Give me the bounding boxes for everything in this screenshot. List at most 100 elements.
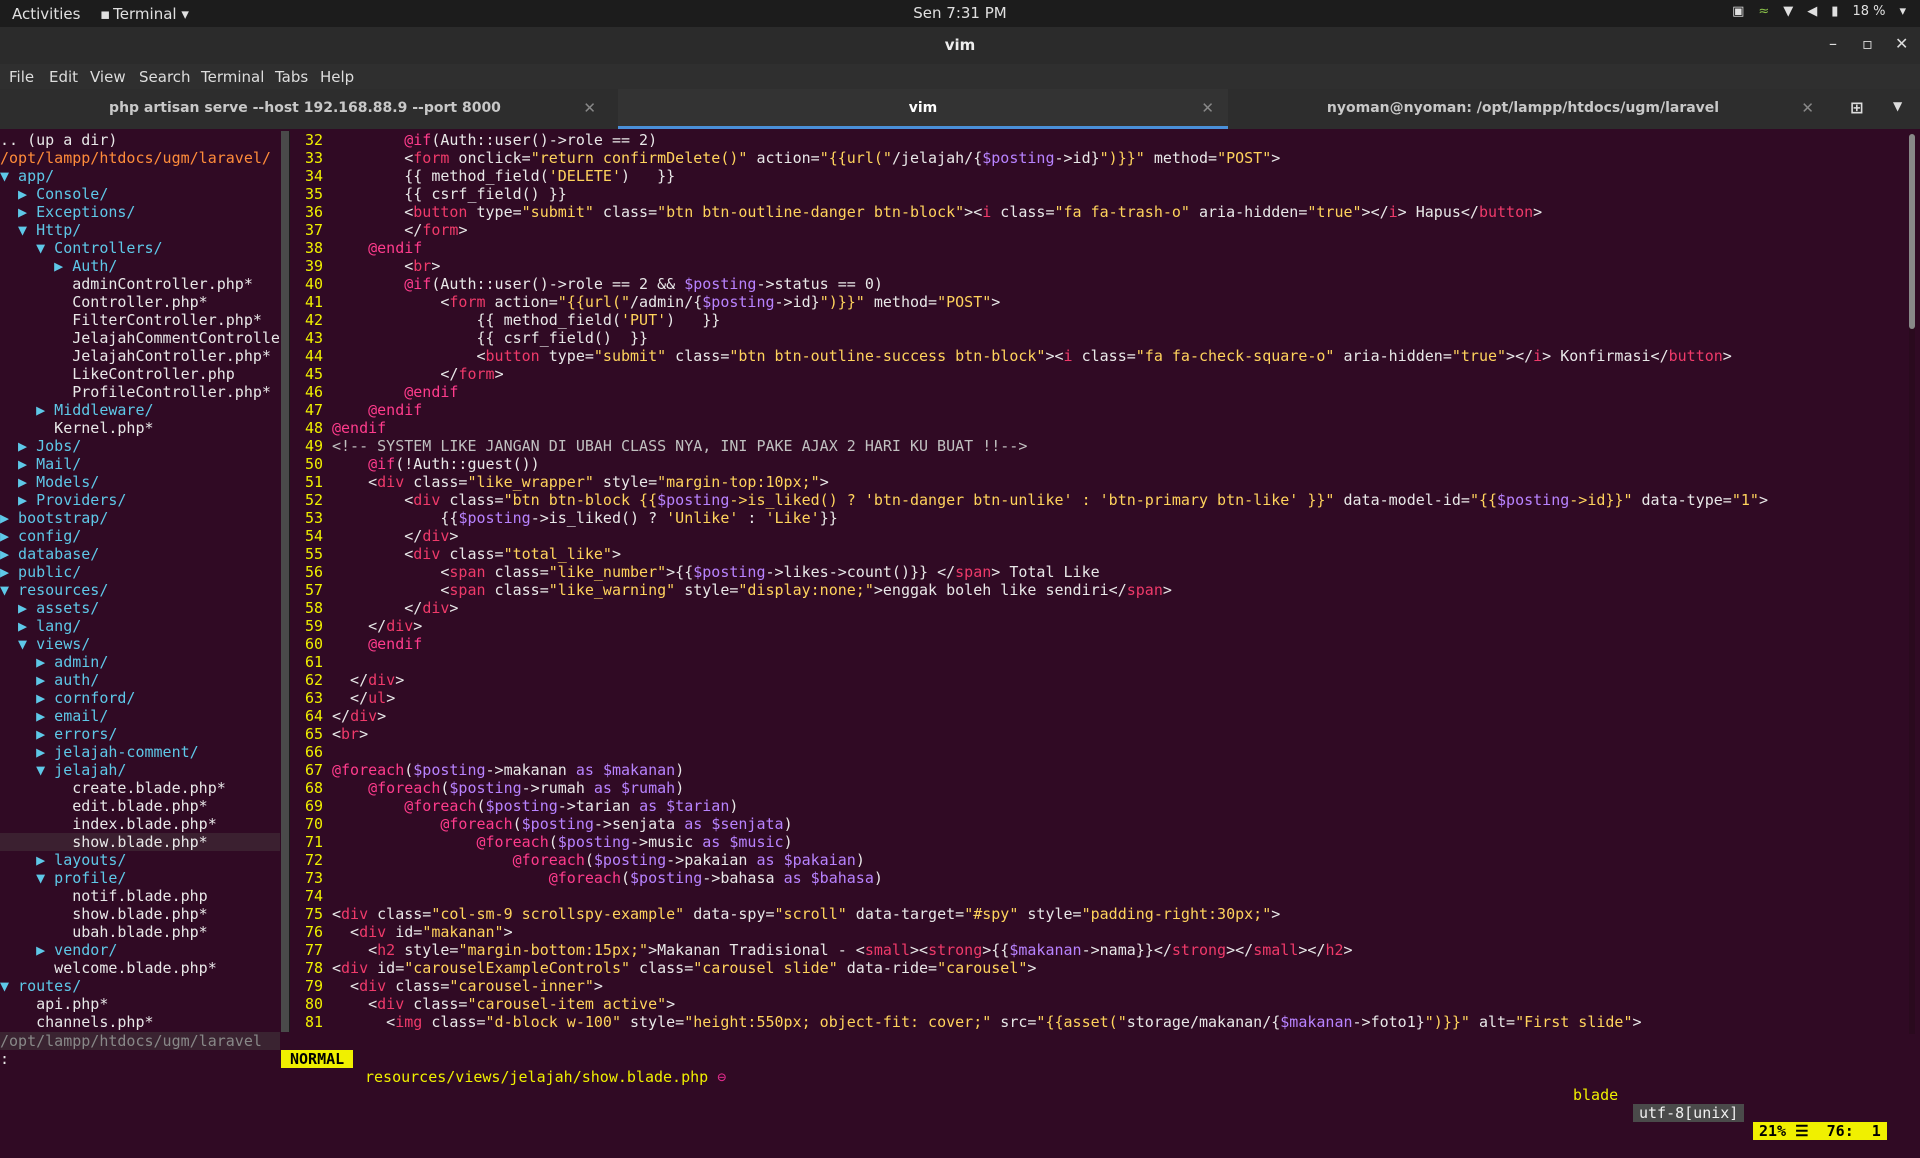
tree-directory[interactable]: ▶ config/ (0, 527, 280, 545)
scrollbar-thumb[interactable] (1909, 134, 1915, 329)
tree-file[interactable]: /opt/lampp/htdocs/ugm/laravel/ (0, 149, 280, 167)
code-line[interactable]: 46 @endif (291, 383, 1901, 401)
tree-file[interactable]: create.blade.php* (0, 779, 280, 797)
menu-file[interactable]: File (9, 68, 34, 86)
code-editor[interactable]: 32 @if(Auth::user()->role == 2) 33 <form … (291, 131, 1901, 1031)
code-line[interactable]: 45 </form> (291, 365, 1901, 383)
code-line[interactable]: 63 </ul> (291, 689, 1901, 707)
tree-directory[interactable]: ▶ Providers/ (0, 491, 280, 509)
menu-edit[interactable]: Edit (49, 68, 78, 86)
code-line[interactable]: 66 (291, 743, 1901, 761)
close-tab-icon[interactable]: ✕ (1801, 99, 1814, 117)
code-line[interactable]: 72 @foreach($posting->pakaian as $pakaia… (291, 851, 1901, 869)
menu-view[interactable]: View (90, 68, 126, 86)
code-line[interactable]: 39 <br> (291, 257, 1901, 275)
tree-directory[interactable]: ▼ app/ (0, 167, 280, 185)
code-line[interactable]: 59 </div> (291, 617, 1901, 635)
tree-directory[interactable]: ▶ jelajah-comment/ (0, 743, 280, 761)
tree-directory[interactable]: ▶ Auth/ (0, 257, 280, 275)
tree-directory[interactable]: ▼ views/ (0, 635, 280, 653)
tree-file[interactable]: Kernel.php* (0, 419, 280, 437)
tree-directory[interactable]: ▶ errors/ (0, 725, 280, 743)
tree-directory[interactable]: ▶ Middleware/ (0, 401, 280, 419)
tree-directory[interactable]: ▶ Exceptions/ (0, 203, 280, 221)
tree-directory[interactable]: ▶ Jobs/ (0, 437, 280, 455)
code-line[interactable]: 42 {{ method_field('PUT') }} (291, 311, 1901, 329)
tree-directory[interactable]: ▼ Http/ (0, 221, 280, 239)
code-line[interactable]: 81 <img class="d-block w-100" style="hei… (291, 1013, 1901, 1031)
tree-file[interactable]: Controller.php* (0, 293, 280, 311)
code-line[interactable]: 51 <div class="like_wrapper" style="marg… (291, 473, 1901, 491)
menu-tabs[interactable]: Tabs (275, 68, 308, 86)
tree-directory[interactable]: ▶ assets/ (0, 599, 280, 617)
code-line[interactable]: 33 <form onclick="return confirmDelete()… (291, 149, 1901, 167)
tree-directory[interactable]: ▼ profile/ (0, 869, 280, 887)
tree-directory[interactable]: ▶ bootstrap/ (0, 509, 280, 527)
code-line[interactable]: 48 @endif (291, 419, 1901, 437)
tree-directory[interactable]: ▼ Controllers/ (0, 239, 280, 257)
menu-help[interactable]: Help (320, 68, 354, 86)
tree-file[interactable]: adminController.php* (0, 275, 280, 293)
tree-directory[interactable]: ▶ public/ (0, 563, 280, 581)
tree-file[interactable]: channels.php* (0, 1013, 280, 1031)
tree-file[interactable]: .. (up a dir) (0, 131, 280, 149)
tree-directory[interactable]: ▶ admin/ (0, 653, 280, 671)
code-line[interactable]: 60 @endif (291, 635, 1901, 653)
code-line[interactable]: 78 <div id="carouselExampleControls" clas… (291, 959, 1901, 977)
tree-directory[interactable]: ▶ cornford/ (0, 689, 280, 707)
nerdtree-pane[interactable]: .. (up a dir)/opt/lampp/htdocs/ugm/larav… (0, 131, 280, 1031)
terminal-area[interactable]: .. (up a dir)/opt/lampp/htdocs/ugm/larav… (0, 129, 1920, 1140)
code-line[interactable]: 67 @foreach($posting->makanan as $makanan… (291, 761, 1901, 779)
tree-directory[interactable]: ▶ Mail/ (0, 455, 280, 473)
code-line[interactable]: 64 </div> (291, 707, 1901, 725)
code-line[interactable]: 71 @foreach($posting->music as $music) (291, 833, 1901, 851)
clock[interactable]: Sen 7:31 PM (0, 4, 1920, 22)
tree-directory[interactable]: ▼ resources/ (0, 581, 280, 599)
code-line[interactable]: 73 @foreach($posting->bahasa as $bahasa) (291, 869, 1901, 887)
tree-file[interactable]: index.blade.php* (0, 815, 280, 833)
code-line[interactable]: 65 <br> (291, 725, 1901, 743)
code-line[interactable]: 61 (291, 653, 1901, 671)
close-tab-icon[interactable]: ✕ (583, 99, 596, 117)
new-tab-icon[interactable]: ⊞ (1850, 98, 1863, 117)
tree-directory[interactable]: ▶ Models/ (0, 473, 280, 491)
code-line[interactable]: 74 (291, 887, 1901, 905)
tree-directory[interactable]: ▶ Console/ (0, 185, 280, 203)
tree-file[interactable]: FilterController.php* (0, 311, 280, 329)
code-line[interactable]: 80 <div class="carousel-item active"> (291, 995, 1901, 1013)
code-line[interactable]: 40 @if(Auth::user()->role == 2 && $posti… (291, 275, 1901, 293)
scrollbar[interactable] (1909, 134, 1915, 1034)
code-line[interactable]: 77 <h2 style="margin-bottom:15px;">Makan… (291, 941, 1901, 959)
tree-file[interactable]: edit.blade.php* (0, 797, 280, 815)
menu-search[interactable]: Search (139, 68, 191, 86)
code-line[interactable]: 76 <div id="makanan"> (291, 923, 1901, 941)
code-line[interactable]: 37 </form> (291, 221, 1901, 239)
menu-terminal[interactable]: Terminal (201, 68, 264, 86)
code-line[interactable]: 68 @foreach($posting->rumah as $rumah) (291, 779, 1901, 797)
tree-directory[interactable]: ▼ routes/ (0, 977, 280, 995)
tree-directory[interactable]: ▶ database/ (0, 545, 280, 563)
code-line[interactable]: 36 <button type="submit" class="btn btn-… (291, 203, 1901, 221)
tree-file[interactable]: LikeController.php (0, 365, 280, 383)
code-line[interactable]: 56 <span class="like_number">{{$posting-… (291, 563, 1901, 581)
code-line[interactable]: 79 <div class="carousel-inner"> (291, 977, 1901, 995)
tree-file[interactable]: notif.blade.php (0, 887, 280, 905)
minimize-button[interactable]: – (1829, 34, 1837, 53)
code-line[interactable]: 62 </div> (291, 671, 1901, 689)
system-tray[interactable]: ▣ ≈ ▼ ◀ ▮ 18 % ▾ (1732, 4, 1906, 19)
code-line[interactable]: 34 {{ method_field('DELETE') }} (291, 167, 1901, 185)
code-line[interactable]: 69 @foreach($posting->tarian as $tarian) (291, 797, 1901, 815)
code-line[interactable]: 49 <!-- SYSTEM LIKE JANGAN DI UBAH CLASS … (291, 437, 1901, 455)
tree-file[interactable]: ubah.blade.php* (0, 923, 280, 941)
code-line[interactable]: 44 <button type="submit" class="btn btn-… (291, 347, 1901, 365)
tree-file[interactable]: welcome.blade.php* (0, 959, 280, 977)
code-line[interactable]: 52 <div class="btn btn-block {{$posting-… (291, 491, 1901, 509)
tab-artisan-serve[interactable]: php artisan serve --host 192.168.88.9 --… (0, 89, 610, 129)
code-line[interactable]: 41 <form action="{{url("/admin/{$posting… (291, 293, 1901, 311)
code-line[interactable]: 43 {{ csrf_field() }} (291, 329, 1901, 347)
tree-directory[interactable]: ▶ email/ (0, 707, 280, 725)
code-line[interactable]: 70 @foreach($posting->senjata as $senjat… (291, 815, 1901, 833)
tree-directory[interactable]: ▶ layouts/ (0, 851, 280, 869)
code-line[interactable]: 54 </div> (291, 527, 1901, 545)
tree-file[interactable]: show.blade.php* (0, 833, 280, 851)
